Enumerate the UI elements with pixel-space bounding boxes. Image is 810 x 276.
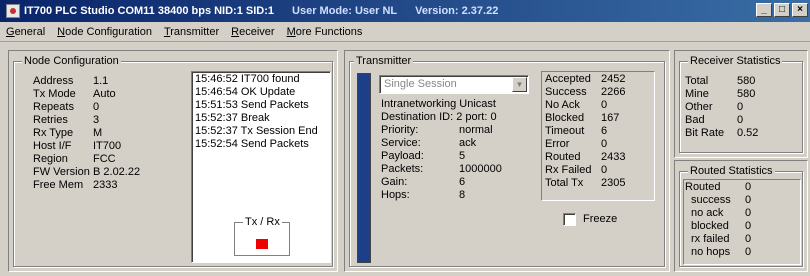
- stat-total-tx: Total Tx 2305: [545, 177, 626, 189]
- field-rx-type: Rx Type M: [33, 127, 103, 139]
- stat-blocked: Blocked 167: [545, 112, 620, 124]
- receiver-stats-panel: Receiver Statistics Total 580 Mine 580 Oth…: [674, 50, 808, 158]
- stat-rx-failed: Rx Failed 0: [545, 164, 608, 176]
- menu-more-functions[interactable]: More Functions: [287, 26, 363, 38]
- rx-total: Total 580: [685, 75, 756, 87]
- event-log[interactable]: 15:46:52 IT700 found 15:46:54 OK Update …: [191, 71, 331, 263]
- node-config-title: Node Configuration: [22, 55, 121, 67]
- field-repeats: Repeats 0: [33, 101, 100, 113]
- node-config-fields: Address 1.1 Tx Mode Auto Repeats 0 Retries 3…: [33, 75, 140, 192]
- routed-blocked: blocked 0: [691, 220, 752, 232]
- receiver-stats-title: Receiver Statistics: [688, 55, 783, 67]
- rx-bit-rate: Bit Rate 0.52: [685, 127, 759, 139]
- close-button[interactable]: ×: [792, 3, 808, 17]
- log-line: 15:52:37 Tx Session End: [195, 125, 318, 137]
- menu-transmitter[interactable]: Transmitter: [164, 26, 219, 38]
- title-bar[interactable]: IT700 PLC Studio COM11 38400 bps NID:1 S…: [0, 0, 810, 22]
- tx-stats: Accepted 2452 Success 2266 No Ack 0 Blocked…: [545, 73, 625, 190]
- stat-no-ack: No Ack 0: [545, 99, 608, 111]
- stat-routed: Routed 2433: [545, 151, 626, 163]
- menu-bar: General Node Configuration Transmitter R…: [0, 22, 810, 42]
- routed-stats-panel: Routed Statistics Routed 0 success 0 no ac…: [674, 160, 808, 272]
- chevron-down-icon[interactable]: ▼: [512, 77, 527, 92]
- field-tx-mode: Tx Mode Auto: [33, 88, 116, 100]
- transmitter-panel: Transmitter Single Session ▼ Intranetwor…: [344, 50, 670, 272]
- log-line: 15:52:54 Send Packets: [195, 138, 309, 150]
- routed-no-ack: no ack 0: [691, 207, 752, 219]
- minimize-button[interactable]: _: [756, 3, 772, 17]
- field-fw-version: FW Version B 2.02.22: [33, 166, 141, 178]
- freeze-label[interactable]: Freeze: [583, 213, 617, 225]
- field-host-if: Host I/F IT700: [33, 140, 122, 152]
- routed-total: Routed 0: [685, 181, 752, 193]
- maximize-button[interactable]: □: [774, 3, 790, 17]
- log-line: 15:52:37 Break: [195, 112, 270, 124]
- rx-mine: Mine 580: [685, 88, 756, 100]
- window-title: IT700 PLC Studio COM11 38400 bps NID:1 S…: [24, 5, 275, 17]
- info-title: Intranetworking Unicast: [381, 98, 496, 110]
- field-free-mem: Free Mem 2333: [33, 179, 118, 191]
- node-config-panel: Node Configuration Address 1.1 Tx Mode Aut…: [8, 50, 338, 272]
- txrx-indicator: Tx / Rx: [234, 216, 290, 256]
- stat-timeout: Timeout 6: [545, 125, 608, 137]
- session-select[interactable]: Single Session ▼: [379, 75, 529, 94]
- rx-other: Other 0: [685, 101, 744, 113]
- log-line: 15:51:53 Send Packets: [195, 99, 309, 111]
- txrx-led-icon: [256, 239, 268, 249]
- user-mode-label: User Mode: User NL: [292, 5, 398, 17]
- freeze-checkbox[interactable]: [563, 213, 576, 226]
- log-line: 15:46:54 OK Update: [195, 86, 296, 98]
- field-address: Address 1.1: [33, 75, 109, 87]
- menu-receiver[interactable]: Receiver: [231, 26, 274, 38]
- menu-general[interactable]: General: [6, 26, 45, 38]
- transmitter-title: Transmitter: [354, 55, 414, 67]
- routed-success: success 0: [691, 194, 752, 206]
- param-gain: Gain: 6: [381, 176, 466, 188]
- param-hops: Hops: 8: [381, 189, 466, 201]
- param-service: Service: ack: [381, 137, 477, 149]
- stat-success: Success 2266: [545, 86, 626, 98]
- routed-stats-list: Routed 0 success 0 no ack 0 blocked 0 rx fai…: [685, 181, 751, 259]
- destination-label: Destination ID: 2 port: 0: [381, 111, 497, 123]
- routed-rx-failed: rx failed 0: [691, 233, 752, 245]
- session-progress-bar: [357, 73, 371, 263]
- param-priority: Priority: normal: [381, 124, 493, 136]
- transmitter-info: Intranetworking Unicast Destination ID: …: [381, 98, 502, 202]
- field-region: Region FCC: [33, 153, 116, 165]
- stat-accepted: Accepted 2452: [545, 73, 626, 85]
- rx-bad: Bad 0: [685, 114, 744, 126]
- receiver-stats-list: Total 580 Mine 580 Other 0 Bad 0 Bit Rate 0.5…: [685, 75, 758, 140]
- menu-node-configuration[interactable]: Node Configuration: [57, 26, 152, 38]
- stat-error: Error 0: [545, 138, 608, 150]
- field-retries: Retries 3: [33, 114, 100, 126]
- version-label: Version: 2.37.22: [415, 5, 499, 17]
- app-icon[interactable]: [6, 4, 20, 18]
- param-payload: Payload: 5: [381, 150, 466, 162]
- param-packets: Packets: 1000000: [381, 163, 502, 175]
- routed-stats-title: Routed Statistics: [688, 165, 775, 177]
- txrx-label: Tx / Rx: [243, 216, 282, 228]
- routed-no-hops: no hops 0: [691, 246, 752, 258]
- log-line: 15:46:52 IT700 found: [195, 73, 300, 85]
